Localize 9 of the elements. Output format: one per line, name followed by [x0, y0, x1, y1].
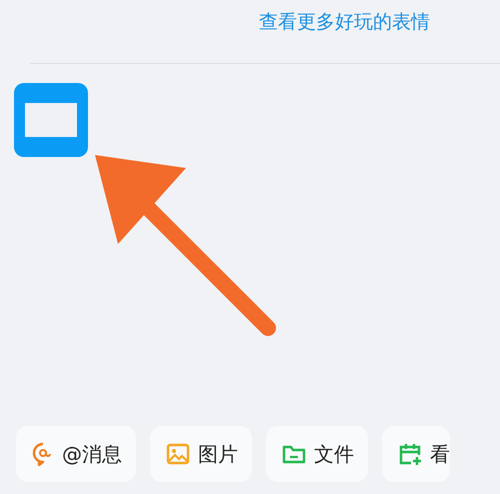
toolbar-chip[interactable]: 文件: [266, 426, 368, 482]
toolbar-chip[interactable]: 图片: [150, 426, 252, 482]
calendar-add-icon: [398, 442, 422, 466]
folder-icon: [282, 443, 306, 465]
at-bubble-icon: [32, 442, 54, 466]
window-icon[interactable]: [14, 83, 88, 157]
image-icon: [166, 443, 190, 465]
toolbar-chip[interactable]: @消息: [16, 426, 136, 482]
toolbar-chip[interactable]: 看: [382, 426, 450, 482]
